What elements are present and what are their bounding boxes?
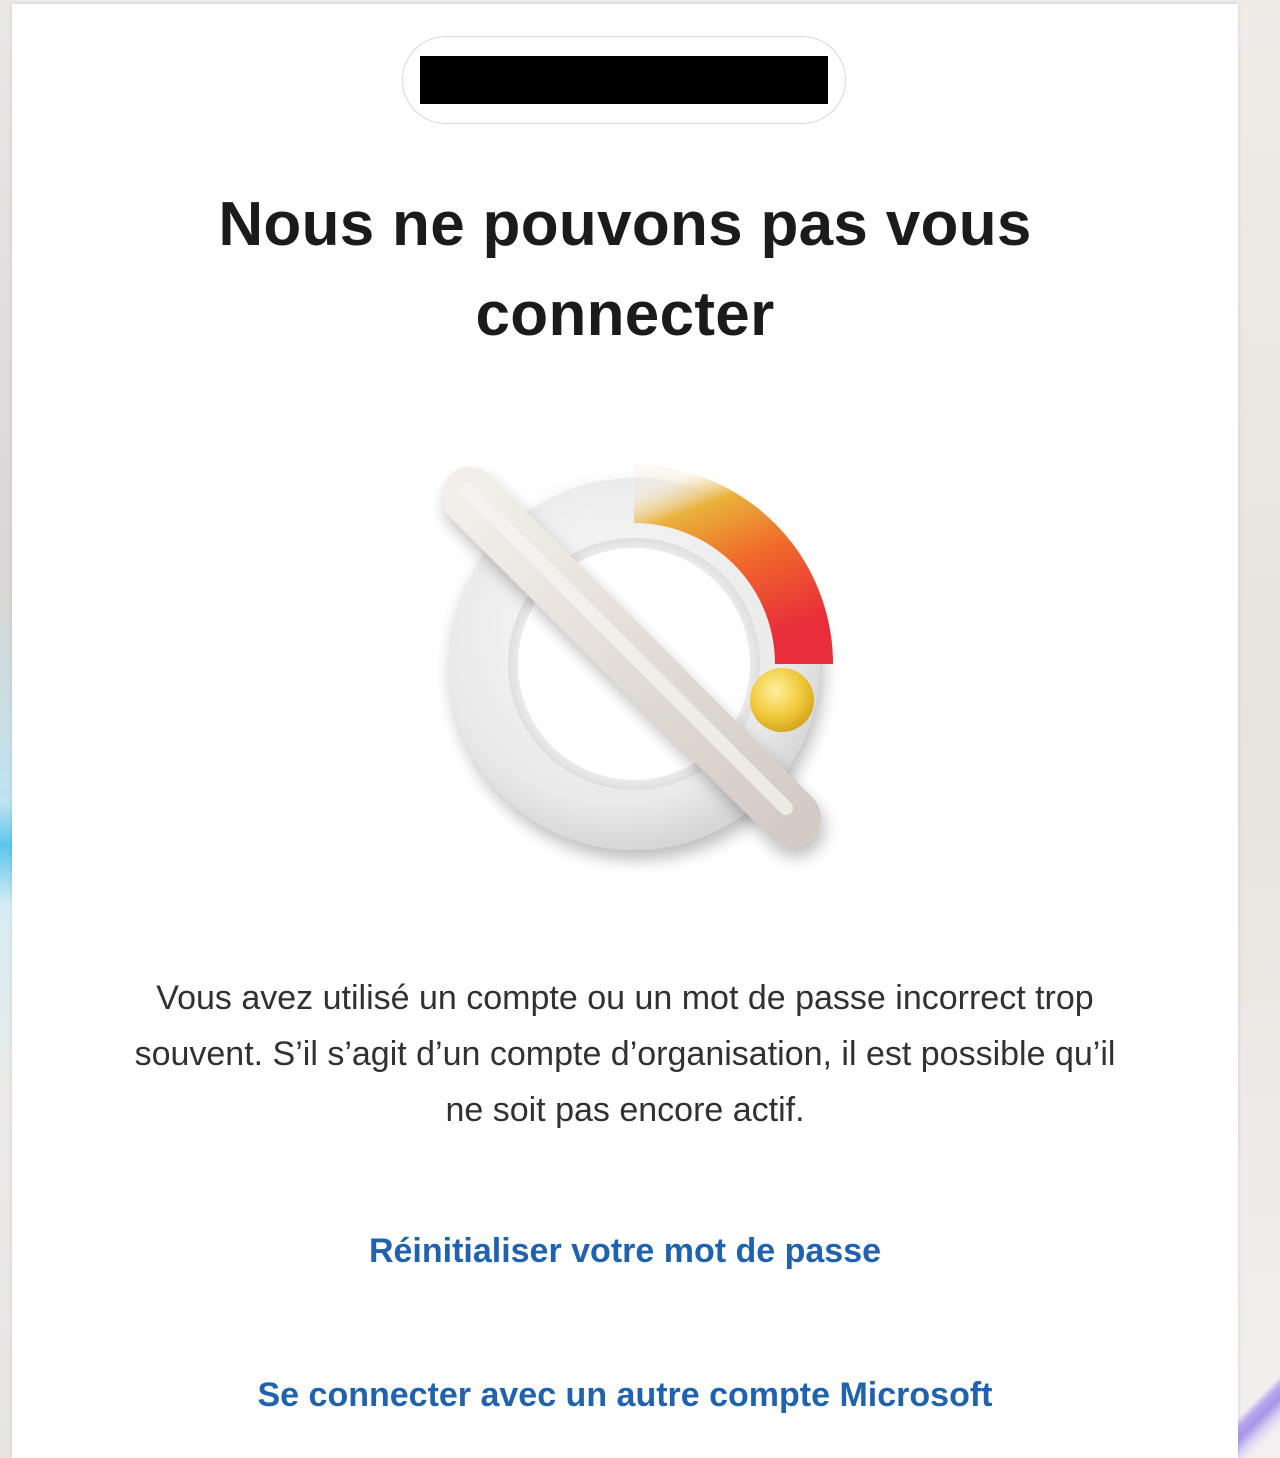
blocked-gauge-icon	[408, 434, 848, 874]
error-message: Vous avez utilisé un compte ou un mot de…	[134, 979, 1116, 1129]
other-account-link[interactable]: Se connecter avec un autre compte Micros…	[12, 1376, 1238, 1415]
background-right-strip	[1238, 0, 1280, 1458]
signin-card: Nous ne pouvons pas vous connecter Vous …	[12, 4, 1238, 1458]
page-title-line1: Nous ne pouvons pas vous	[218, 190, 1032, 259]
page-title-line2: connecter	[475, 280, 775, 349]
reset-password-link[interactable]: Réinitialiser votre mot de passe	[12, 1232, 1238, 1271]
account-pill[interactable]	[402, 36, 846, 124]
background-accent	[1238, 1350, 1280, 1458]
background-left-strip	[0, 0, 12, 1458]
page-title: Nous ne pouvons pas vous connecter	[12, 180, 1238, 360]
redacted-account-name	[420, 56, 828, 104]
